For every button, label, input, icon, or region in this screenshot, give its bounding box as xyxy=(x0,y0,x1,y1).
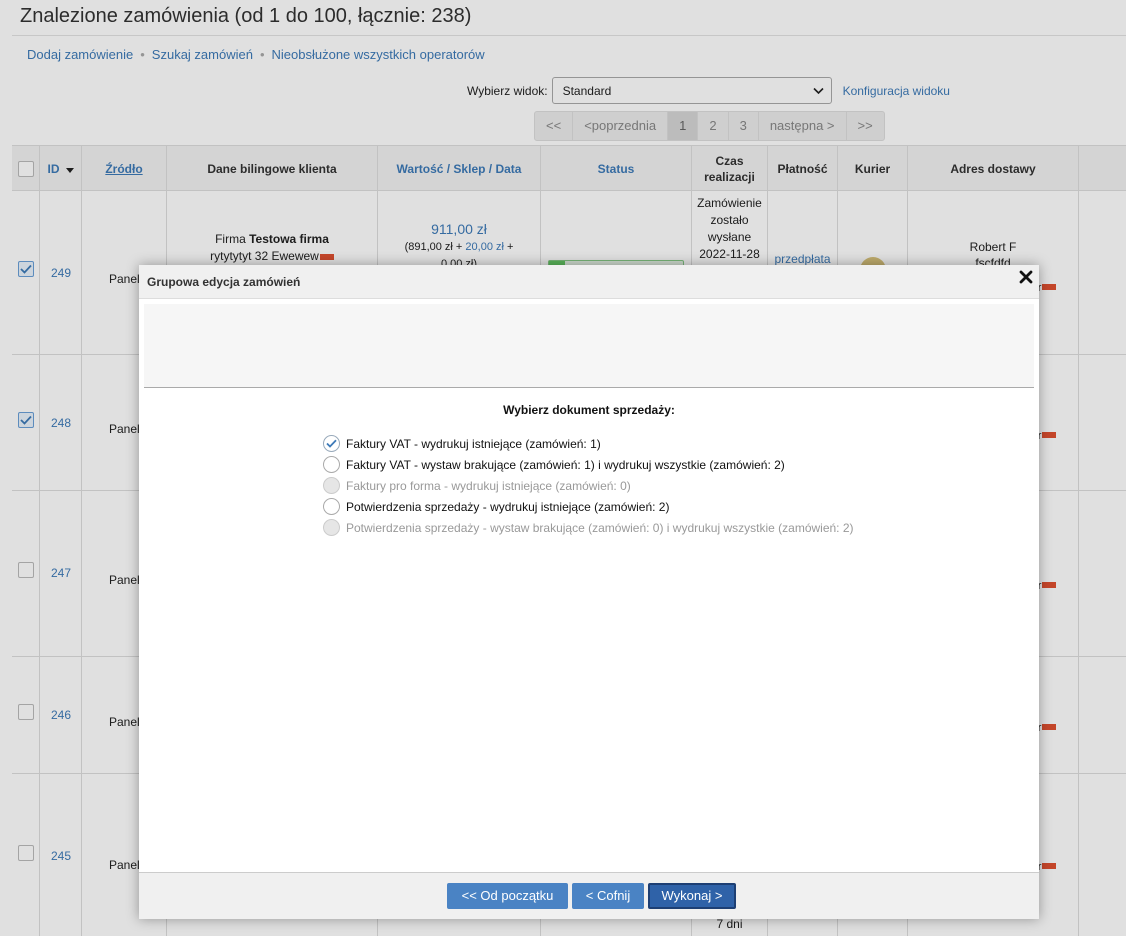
radio-button-disabled xyxy=(323,477,340,494)
option-vat-print-existing[interactable]: Faktury VAT - wydrukuj istniejące (zamów… xyxy=(323,433,854,454)
option-label: Potwierdzenia sprzedaży - wydrukuj istni… xyxy=(346,499,670,514)
dialog-footer: << Od początku < Cofnij Wykonaj > xyxy=(139,872,1039,919)
dialog-title: Grupowa edycja zamówień xyxy=(147,275,301,289)
option-label: Potwierdzenia sprzedaży - wystaw brakują… xyxy=(346,520,854,535)
option-label: Faktury VAT - wydrukuj istniejące (zamów… xyxy=(346,436,601,451)
document-options: Faktury VAT - wydrukuj istniejące (zamów… xyxy=(323,433,854,538)
radio-button-disabled xyxy=(323,519,340,536)
option-proforma-print-existing: Faktury pro forma - wydrukuj istniejące … xyxy=(323,475,854,496)
dialog-header: Grupowa edycja zamówień xyxy=(139,265,1039,299)
option-label: Faktury VAT - wystaw brakujące (zamówień… xyxy=(346,457,785,472)
back-button[interactable]: < Cofnij xyxy=(572,883,644,909)
start-over-button[interactable]: << Od początku xyxy=(447,883,568,909)
option-confirmation-issue-missing: Potwierdzenia sprzedaży - wystaw brakują… xyxy=(323,517,854,538)
execute-button[interactable]: Wykonaj > xyxy=(648,883,736,909)
dialog-info-panel xyxy=(144,304,1034,388)
close-icon[interactable] xyxy=(1017,269,1035,287)
option-vat-issue-missing[interactable]: Faktury VAT - wystaw brakujące (zamówień… xyxy=(323,454,854,475)
radio-button[interactable] xyxy=(323,498,340,515)
checkmark-icon xyxy=(326,439,337,448)
radio-button-checked[interactable] xyxy=(323,435,340,452)
group-edit-dialog: Grupowa edycja zamówień Wybierz dokument… xyxy=(139,265,1039,919)
option-confirmation-print-existing[interactable]: Potwierdzenia sprzedaży - wydrukuj istni… xyxy=(323,496,854,517)
option-label: Faktury pro forma - wydrukuj istniejące … xyxy=(346,478,631,493)
radio-button[interactable] xyxy=(323,456,340,473)
document-choice-heading: Wybierz dokument sprzedaży: xyxy=(503,403,675,417)
